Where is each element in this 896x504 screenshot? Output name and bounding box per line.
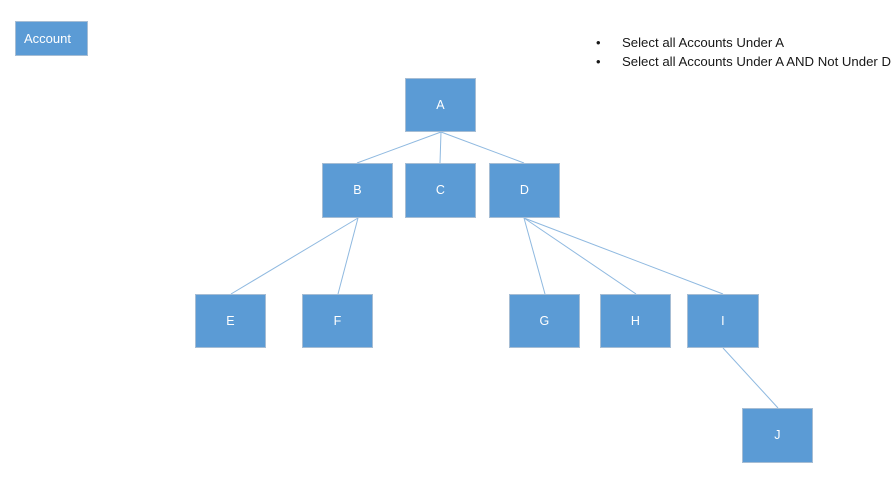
legend-account-label: Account bbox=[24, 31, 71, 46]
node-e-label: E bbox=[226, 313, 235, 328]
node-c[interactable]: C bbox=[405, 163, 476, 218]
legend-account-box: Account bbox=[15, 21, 88, 56]
node-b[interactable]: B bbox=[322, 163, 393, 218]
edge-b-e bbox=[230, 217, 359, 295]
edge-d-g bbox=[523, 217, 546, 295]
node-g[interactable]: G bbox=[509, 294, 580, 348]
node-i[interactable]: I bbox=[687, 294, 759, 348]
diagram-canvas: Account A B C D E F G H I J • Select all Accounts … bbox=[0, 0, 896, 504]
node-b-label: B bbox=[353, 183, 362, 198]
node-d[interactable]: D bbox=[489, 163, 560, 218]
bullet-text: Select all Accounts Under A bbox=[622, 35, 785, 50]
edge-d-h bbox=[523, 217, 637, 295]
node-a-label: A bbox=[436, 97, 445, 112]
node-c-label: C bbox=[435, 183, 446, 198]
edge-i-j bbox=[722, 347, 779, 409]
node-i-label: I bbox=[721, 313, 725, 328]
edge-a-b bbox=[356, 131, 442, 164]
bullet-item: • Select all Accounts Under A bbox=[596, 34, 896, 52]
edge-a-c bbox=[439, 131, 442, 164]
node-f[interactable]: F bbox=[302, 294, 373, 348]
edge-a-d bbox=[440, 131, 525, 164]
node-h[interactable]: H bbox=[600, 294, 671, 348]
bullet-marker-icon: • bbox=[596, 35, 601, 50]
edge-b-f bbox=[337, 217, 359, 295]
edge-d-i bbox=[523, 217, 724, 295]
node-j[interactable]: J bbox=[742, 408, 813, 463]
node-j-label: J bbox=[774, 428, 781, 443]
node-g-label: G bbox=[539, 313, 550, 328]
bullet-item: • Select all Accounts Under A AND Not Und… bbox=[596, 53, 896, 71]
node-h-label: H bbox=[630, 313, 641, 328]
bullet-text: Select all Accounts Under A AND Not Unde… bbox=[622, 53, 892, 69]
node-f-label: F bbox=[333, 313, 342, 328]
bullet-list: • Select all Accounts Under A • Select all … bbox=[596, 34, 896, 71]
node-d-label: D bbox=[519, 183, 530, 198]
bullet-marker-icon: • bbox=[596, 53, 601, 69]
node-a[interactable]: A bbox=[405, 78, 476, 132]
node-e[interactable]: E bbox=[195, 294, 266, 348]
